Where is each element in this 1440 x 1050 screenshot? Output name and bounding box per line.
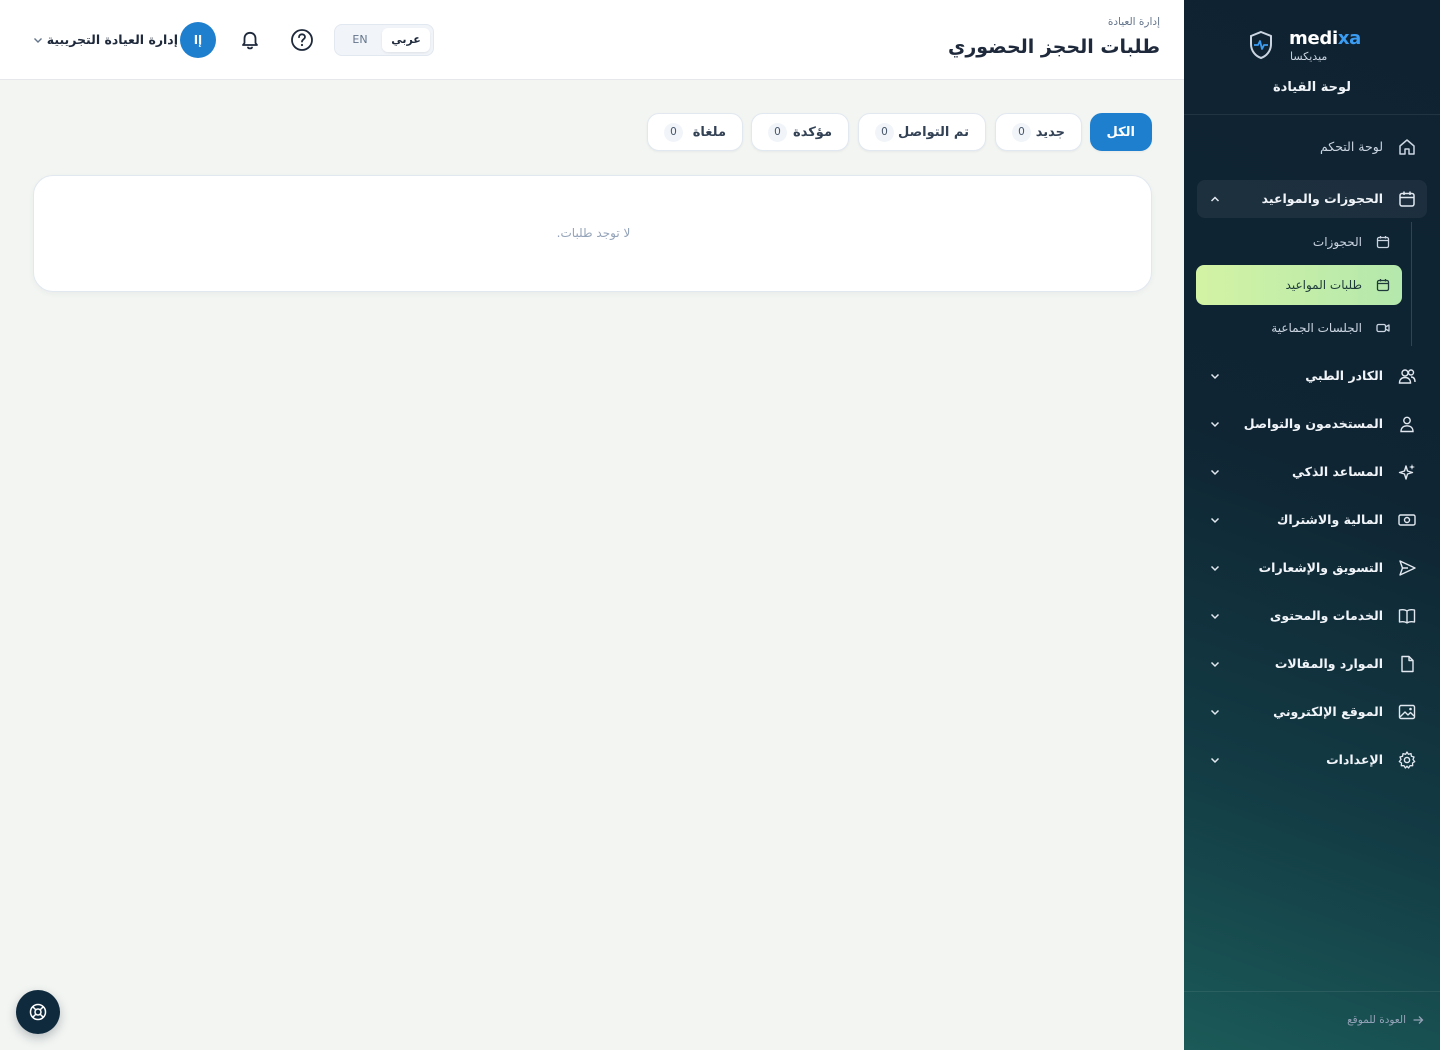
- sidebar-item-label: التسويق والإشعارات: [1258, 560, 1383, 575]
- sidebar-item-label: المستخدمون والتواصل: [1243, 416, 1383, 431]
- sidebar-item-resources[interactable]: الموارد والمقالات: [1197, 645, 1427, 683]
- sidebar-item-bookings[interactable]: الحجوزات والمواعيد: [1197, 180, 1427, 218]
- lifebuoy-icon: [29, 1003, 47, 1021]
- gear-icon: [1398, 751, 1416, 769]
- sidebar-subitem-label: الحجوزات: [1312, 235, 1362, 249]
- file-icon: [1401, 655, 1414, 673]
- support-fab-button[interactable]: [16, 990, 60, 1034]
- help-circle-icon: [291, 29, 313, 51]
- top-header: إدارة العيادة طلبات الحجز الحضوري EN عرب…: [0, 0, 1184, 80]
- brand-logo[interactable]: medixa ميديكسا: [1184, 26, 1440, 66]
- filter-count: 0: [664, 123, 683, 142]
- brand-name-arabic: ميديكسا: [1290, 50, 1328, 63]
- filter-contacted[interactable]: تم التواصل 0: [858, 113, 986, 151]
- lang-en-button[interactable]: EN: [339, 28, 381, 52]
- bell-icon: [242, 31, 258, 50]
- sidebar-subitem-bookings[interactable]: الحجوزات: [1196, 222, 1402, 262]
- brand-name: medixa: [1289, 28, 1361, 49]
- sidebar-item-label: المساعد الذكي: [1292, 464, 1383, 479]
- filter-cancelled[interactable]: ملغاة 0: [647, 113, 743, 151]
- sidebar-item-settings[interactable]: الإعدادات: [1197, 741, 1427, 779]
- shield-pulse-icon: [1250, 30, 1272, 60]
- filter-label: الكل: [1106, 125, 1135, 140]
- chevron-down-icon: [1210, 709, 1220, 716]
- sidebar-item-label: الموارد والمقالات: [1274, 656, 1383, 671]
- requests-panel: لا توجد طلبات.: [33, 175, 1152, 292]
- notifications-button[interactable]: [236, 26, 264, 54]
- arrow-right-icon: [1413, 1016, 1424, 1024]
- chevron-down-icon: [1210, 373, 1220, 380]
- filter-count: 0: [1012, 123, 1031, 142]
- image-icon: [1398, 704, 1416, 720]
- chevron-down-icon: [1210, 613, 1220, 620]
- chevron-down-icon: [1210, 757, 1220, 764]
- sidebar-footer-divider: [1184, 991, 1440, 992]
- sidebar-subitem-appointment-requests[interactable]: طلبات المواعيد: [1196, 265, 1402, 305]
- language-switcher: EN عربي: [334, 24, 434, 56]
- user-name: إدارة العيادة التجريبية: [46, 32, 178, 47]
- sidebar-subitem-group-sessions[interactable]: الجلسات الجماعية: [1196, 308, 1402, 348]
- sidebar-item-ai-assistant[interactable]: المساعد الذكي: [1197, 453, 1427, 491]
- money-icon: [1398, 514, 1416, 526]
- sidebar-item-services[interactable]: الخدمات والمحتوى: [1197, 597, 1427, 635]
- filter-count: 0: [768, 123, 787, 142]
- sidebar-divider: [1184, 114, 1440, 115]
- filter-confirmed[interactable]: مؤكدة 0: [751, 113, 849, 151]
- breadcrumb[interactable]: إدارة العيادة: [1108, 16, 1160, 28]
- filter-new[interactable]: جديد 0: [995, 113, 1082, 151]
- chevron-down-icon: [1210, 421, 1220, 428]
- sidebar-item-label: الخدمات والمحتوى: [1269, 608, 1383, 623]
- lang-ar-button[interactable]: عربي: [382, 28, 430, 52]
- empty-state-message: لا توجد طلبات.: [556, 226, 631, 240]
- filter-label: مؤكدة: [793, 125, 832, 140]
- filter-all[interactable]: الكل: [1090, 113, 1152, 151]
- back-to-site-label: العودة للموقع: [1347, 1014, 1406, 1026]
- sidebar-item-label: الكادر الطبي: [1305, 368, 1383, 383]
- submenu-guide-line: [1411, 222, 1412, 346]
- calendar-icon: [1399, 191, 1415, 207]
- chevron-down-icon: [1210, 565, 1220, 572]
- sidebar-item-medical-staff[interactable]: الكادر الطبي: [1197, 357, 1427, 395]
- chevron-down-icon: [1210, 469, 1220, 476]
- calendar-icon: [1376, 236, 1390, 249]
- sidebar-item-label: الحجوزات والمواعيد: [1261, 191, 1383, 206]
- calendar-icon: [1376, 279, 1390, 292]
- user-menu[interactable]: إا إدارة العيادة التجريبية: [30, 22, 220, 58]
- chevron-up-icon: [1210, 196, 1220, 202]
- users-icon: [1398, 369, 1416, 384]
- filter-label: تم التواصل: [897, 125, 969, 140]
- help-button[interactable]: [288, 26, 316, 54]
- video-icon: [1376, 323, 1390, 333]
- page-title: طلبات الحجز الحضوري: [947, 36, 1160, 58]
- home-icon: [1399, 139, 1415, 155]
- sidebar-item-dashboard[interactable]: لوحة التحكم: [1197, 128, 1427, 166]
- user-icon: [1400, 416, 1414, 433]
- back-to-site-link[interactable]: العودة للموقع: [1347, 1014, 1424, 1026]
- sidebar-subtitle: لوحة القيادة: [1272, 80, 1352, 95]
- sidebar-item-label: المالية والاشتراك: [1276, 512, 1383, 527]
- send-icon: [1399, 560, 1416, 576]
- sidebar-item-label: لوحة التحكم: [1319, 139, 1383, 154]
- chevron-down-icon: [34, 38, 42, 43]
- sparkles-icon: [1398, 464, 1415, 480]
- chevron-down-icon: [1210, 661, 1220, 668]
- sidebar-item-finance[interactable]: المالية والاشتراك: [1197, 501, 1427, 539]
- filter-count: 0: [875, 123, 894, 142]
- filter-label: ملغاة: [692, 125, 726, 140]
- sidebar-item-label: الموقع الإلكتروني: [1273, 704, 1383, 719]
- sidebar-item-label: الإعدادات: [1326, 752, 1383, 767]
- sidebar-item-marketing[interactable]: التسويق والإشعارات: [1197, 549, 1427, 587]
- chevron-down-icon: [1210, 517, 1220, 524]
- sidebar-subitem-label: الجلسات الجماعية: [1271, 321, 1362, 335]
- sidebar: medixa ميديكسا لوحة القيادة لوحة التحكم …: [1184, 0, 1440, 1050]
- sidebar-item-users[interactable]: المستخدمون والتواصل: [1197, 405, 1427, 443]
- book-icon: [1398, 609, 1416, 624]
- sidebar-subitem-label: طلبات المواعيد: [1285, 278, 1362, 292]
- filter-label: جديد: [1035, 125, 1065, 140]
- sidebar-item-website[interactable]: الموقع الإلكتروني: [1197, 693, 1427, 731]
- avatar: إا: [180, 22, 216, 58]
